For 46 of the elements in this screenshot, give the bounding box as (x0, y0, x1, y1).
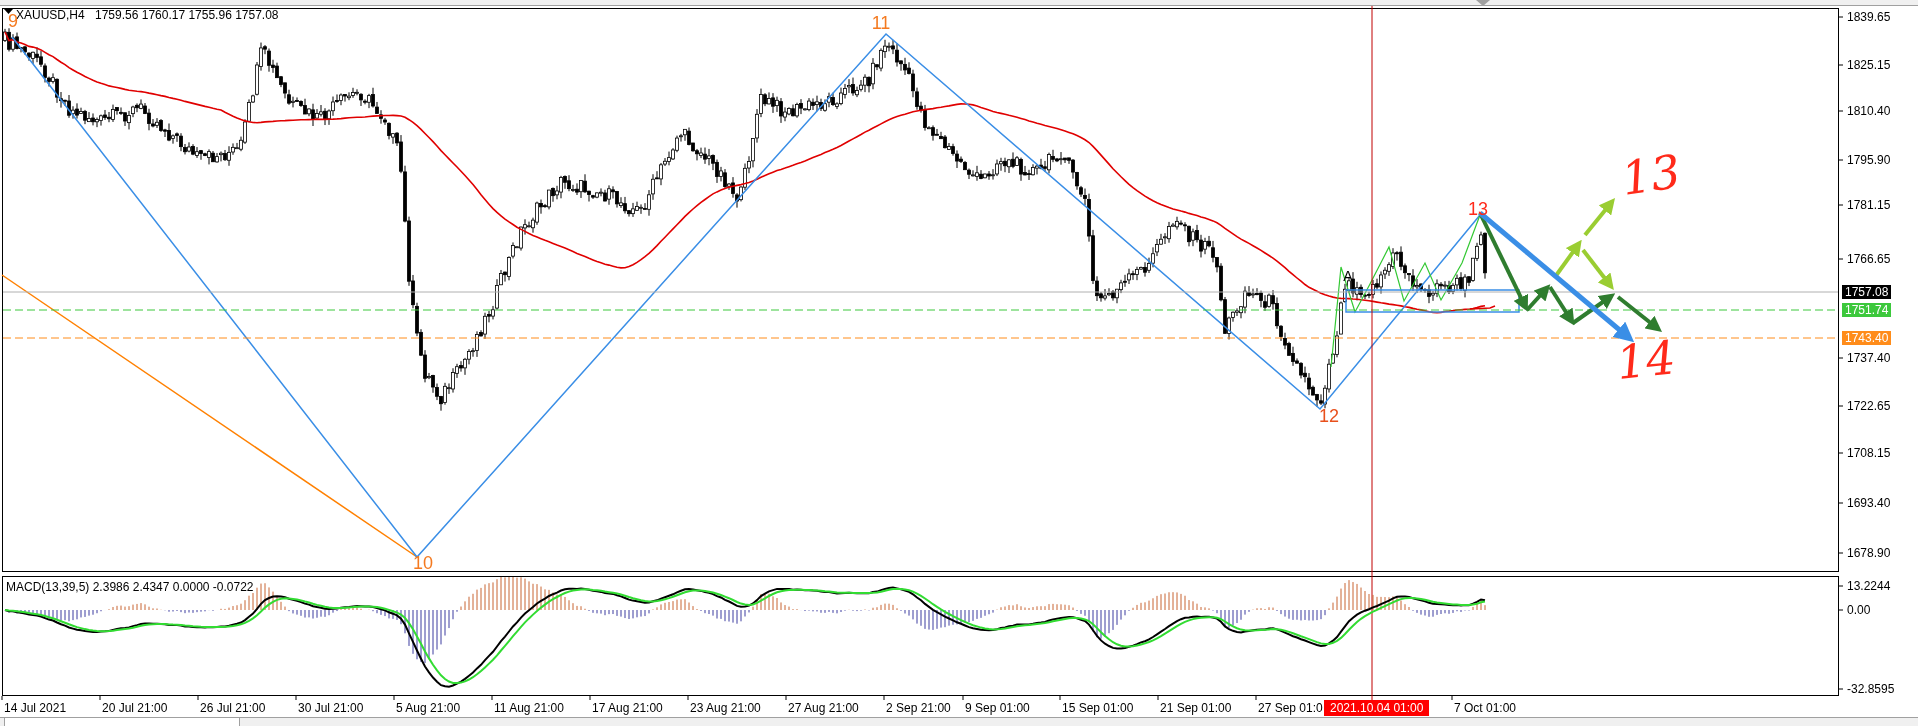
price-axis-label: 1722.65 (1847, 400, 1891, 412)
price-marker: 1743.40 (1842, 331, 1892, 345)
dropdown-icon[interactable] (4, 9, 13, 14)
price-axis-label: 1708.15 (1847, 447, 1891, 459)
price-axis-label: 1781.15 (1847, 199, 1891, 211)
macd-axis-label: 0.00 (1847, 604, 1871, 616)
wave-label: 9 (8, 12, 18, 30)
scroll-marker-icon[interactable] (1476, 0, 1490, 6)
price-axis-label: 1810.40 (1847, 105, 1891, 117)
time-axis-label: 26 Jul 21:00 (200, 702, 266, 714)
time-axis-label: 17 Aug 21:00 (592, 702, 663, 714)
time-axis-label: 21 Sep 01:00 (1160, 702, 1232, 714)
time-axis-label: 9 Sep 01:00 (965, 702, 1030, 714)
time-axis-label: 7 Oct 01:00 (1454, 702, 1517, 714)
macd-label: MACD(13,39,5) 2.3986 2.4347 0.0000 -0.0722 (6, 581, 254, 593)
handwritten-number: 13 (1618, 148, 1684, 202)
macd-axis-label: -32.8595 (1847, 683, 1895, 695)
wave-label: 11 (871, 14, 891, 32)
price-marker: 1757.08 (1842, 285, 1892, 299)
wave-label: 10 (413, 554, 433, 572)
price-axis-label: 1678.90 (1847, 547, 1891, 559)
time-axis-label: 5 Aug 21:00 (396, 702, 461, 714)
price-axis-label: 1795.90 (1847, 154, 1891, 166)
price-axis-label: 1839.65 (1847, 11, 1891, 23)
time-axis-label: 20 Jul 21:00 (102, 702, 168, 714)
point-label: A (1343, 269, 1353, 283)
time-axis-label: 27 Sep 01:0 (1258, 702, 1323, 714)
crosshair-time-label: 2021.10.04 01:00 (1324, 700, 1430, 716)
price-axis-label: 1825.15 (1847, 59, 1891, 71)
ohlc-values: 1759.56 1760.17 1755.96 1757.08 (95, 9, 279, 21)
time-axis-label: 14 Jul 2021 (4, 702, 67, 714)
time-axis-label: 11 Aug 21:00 (494, 702, 564, 714)
macd-axis-label: 13.2244 (1847, 580, 1891, 592)
time-axis-label: 27 Aug 21:00 (788, 702, 859, 714)
wave-label: 13 (1468, 200, 1488, 218)
price-axis-label: 1766.65 (1847, 253, 1891, 265)
time-axis-label: 30 Jul 21:00 (298, 702, 364, 714)
price-axis-label: 1737.40 (1847, 352, 1891, 364)
price-marker: 1751.74 (1842, 303, 1892, 317)
time-axis-label: 2 Sep 21:00 (886, 702, 951, 714)
time-axis-label: 15 Sep 01:00 (1062, 702, 1134, 714)
price-axis-label: 1693.40 (1847, 497, 1891, 509)
time-axis-label: 23 Aug 21:00 (690, 702, 761, 714)
symbol-label: XAUUSD,H4 (16, 9, 85, 21)
wave-label: 12 (1319, 407, 1339, 425)
handwritten-number: 14 (1614, 334, 1678, 386)
